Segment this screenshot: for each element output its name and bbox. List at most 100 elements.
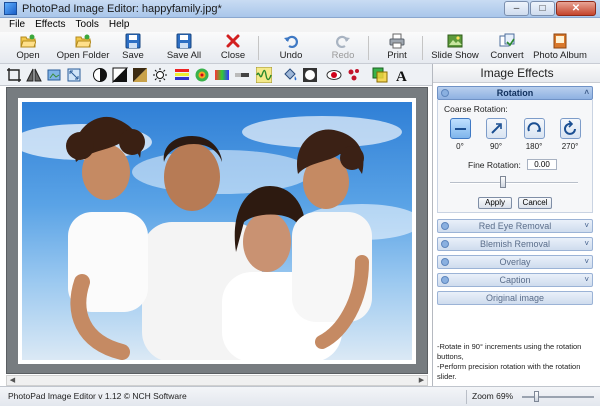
red-eye-icon[interactable] (326, 67, 342, 83)
rotation-section: Coarse Rotation: 0° 90° 180° 270° Fine R… (437, 100, 593, 213)
toolbar-separator (368, 36, 369, 60)
red-eye-removal-header[interactable]: Red Eye Removal ˅ (437, 219, 593, 233)
original-image-header[interactable]: Original image (437, 291, 593, 305)
save-button[interactable]: Save (116, 33, 150, 63)
contrast-icon[interactable] (92, 67, 108, 83)
status-divider (466, 390, 467, 404)
sepia-icon[interactable] (132, 67, 148, 83)
close-window-button[interactable]: ✕ (556, 1, 596, 16)
chevron-down-icon: ˅ (584, 239, 589, 248)
rotation-slider-track[interactable] (450, 182, 578, 184)
printer-icon (389, 33, 405, 49)
save-all-button[interactable]: Save All (164, 33, 204, 63)
help-line: -Perform precision rotation with the rot… (437, 362, 581, 381)
rotate-0-button[interactable] (450, 118, 471, 139)
menu-effects[interactable]: Effects (30, 18, 70, 32)
original-image-label: Original image (485, 293, 545, 303)
paint-bucket-icon[interactable] (282, 67, 298, 83)
help-line: -Rotate in 90° increments using the rota… (437, 342, 582, 361)
tools-toolbar: A (0, 64, 432, 86)
caption-label: Caption (499, 275, 531, 285)
rotation-header[interactable]: Rotation ˄ (437, 86, 593, 100)
close-button[interactable]: Close (216, 33, 250, 63)
rotate-0-icon (455, 128, 466, 130)
rotate-270-button[interactable] (560, 118, 581, 139)
angle-label-90: 90° (489, 142, 503, 151)
undo-icon (284, 35, 298, 49)
undo-button[interactable]: Undo (274, 33, 308, 63)
blemish-removal-header[interactable]: Blemish Removal ˅ (437, 237, 593, 251)
fine-rotation-input[interactable]: 0.00 (527, 159, 557, 170)
photo-album-button[interactable]: Photo Album (532, 33, 588, 63)
overlay-header[interactable]: Overlay ˅ (437, 255, 593, 269)
scroll-right-arrow-icon[interactable]: ▶ (416, 376, 427, 385)
color-bars-icon[interactable] (174, 67, 190, 83)
open-folder-label: Open Folder (56, 50, 110, 61)
horizontal-scrollbar[interactable]: ◀ ▶ (6, 375, 428, 386)
apply-button[interactable]: Apply (478, 197, 512, 209)
slide-show-button[interactable]: Slide Show (430, 33, 480, 63)
levels-icon[interactable] (112, 67, 128, 83)
photo-border (18, 98, 416, 364)
convert-icon (499, 33, 515, 47)
crop-icon[interactable] (6, 67, 22, 83)
vignette-icon[interactable] (302, 67, 318, 83)
save-all-label: Save All (166, 50, 202, 61)
family-photo-image (22, 116, 412, 360)
close-label: Close (220, 50, 246, 61)
fine-rotation-label: Fine Rotation: (468, 160, 521, 170)
angle-label-0: 0° (456, 142, 464, 151)
toolbar-separator (422, 36, 423, 60)
redo-button[interactable]: Redo (326, 33, 360, 63)
coarse-rotation-label: Coarse Rotation: (444, 104, 508, 114)
open-label: Open (16, 50, 40, 61)
flip-icon[interactable] (26, 67, 42, 83)
photo-album-label: Photo Album (533, 50, 587, 61)
redo-icon (336, 35, 350, 49)
chevron-down-icon: ˅ (584, 221, 589, 230)
main-toolbar: Open Open Folder Save Save All Close Und… (0, 32, 600, 64)
window-title: PhotoPad Image Editor: happyfamily.jpg* (22, 3, 222, 15)
status-bar: PhotoPad Image Editor v 1.12 © NCH Softw… (0, 386, 600, 406)
menu-tools[interactable]: Tools (71, 18, 104, 32)
cancel-button[interactable]: Cancel (518, 197, 552, 209)
overlay-icon[interactable] (372, 67, 388, 83)
photo-preview (22, 102, 412, 360)
open-button[interactable]: Open (6, 33, 50, 63)
print-button[interactable]: Print (380, 33, 414, 63)
resize-icon[interactable] (66, 67, 82, 83)
text-caption-icon[interactable]: A (394, 67, 410, 83)
window-controls: – □ ✕ (504, 1, 596, 16)
chevron-up-icon: ˄ (584, 88, 589, 97)
rotate-180-button[interactable] (524, 118, 545, 139)
waveform-icon[interactable] (256, 67, 272, 83)
image-canvas[interactable] (6, 87, 428, 374)
rotate-180-icon (527, 122, 541, 132)
slide-show-label: Slide Show (431, 50, 479, 61)
hue-icon[interactable] (194, 67, 210, 83)
rotate-image-icon[interactable] (46, 67, 62, 83)
menu-file[interactable]: File (4, 18, 30, 32)
open-folder-button[interactable]: Open Folder (56, 33, 110, 63)
caption-header[interactable]: Caption ˅ (437, 273, 593, 287)
maximize-button[interactable]: □ (530, 1, 555, 16)
zoom-slider-track[interactable] (522, 396, 594, 398)
rotate-270-icon (564, 120, 576, 135)
save-label: Save (122, 50, 144, 61)
sharpen-icon[interactable] (234, 67, 250, 83)
convert-label: Convert (490, 50, 524, 61)
overlay-label: Overlay (499, 257, 531, 267)
blemish-icon[interactable] (346, 67, 362, 83)
saturation-icon[interactable] (214, 67, 230, 83)
rotate-90-button[interactable] (486, 118, 507, 139)
menu-help[interactable]: Help (104, 18, 135, 32)
convert-button[interactable]: Convert (486, 33, 528, 63)
rotation-slider-thumb[interactable] (500, 176, 506, 188)
minimize-button[interactable]: – (504, 1, 529, 16)
scroll-left-arrow-icon[interactable]: ◀ (7, 376, 18, 385)
angle-label-270: 270° (561, 142, 579, 151)
zoom-slider-thumb[interactable] (534, 391, 539, 402)
brightness-icon[interactable] (152, 67, 168, 83)
save-icon (125, 33, 141, 49)
undo-label: Undo (279, 50, 303, 61)
